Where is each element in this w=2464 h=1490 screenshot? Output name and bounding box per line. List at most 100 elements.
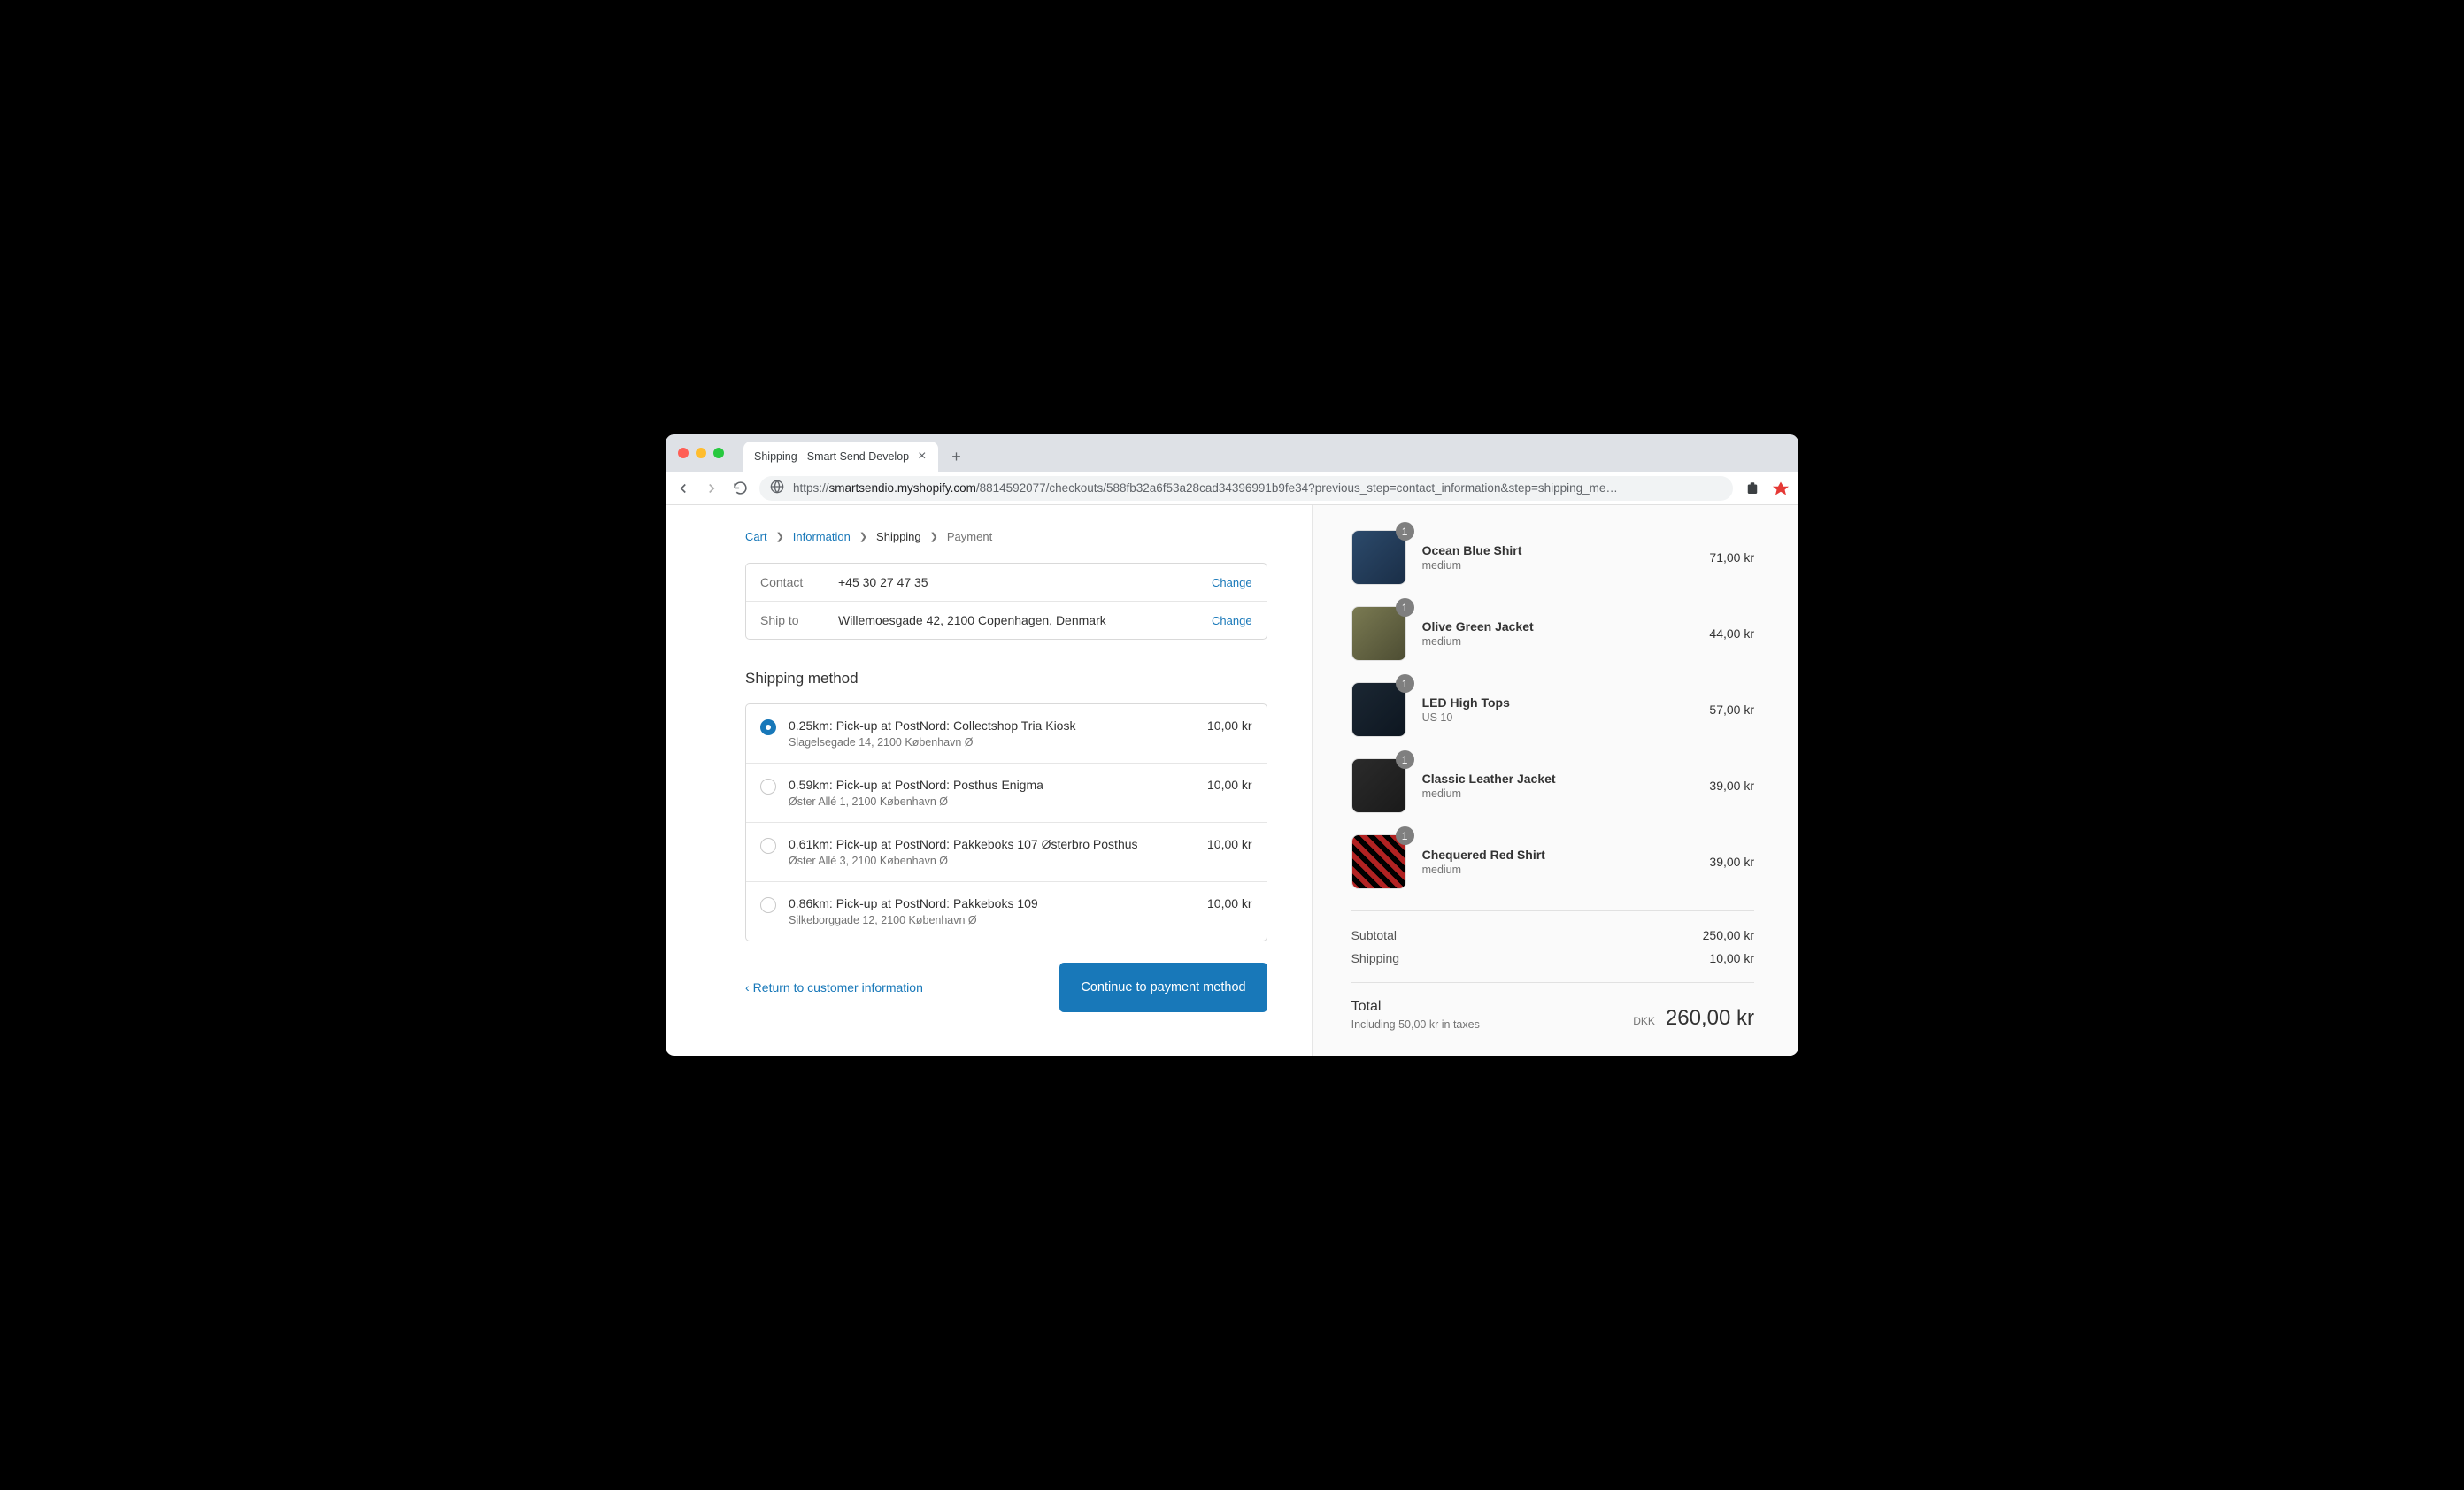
browser-window: Shipping - Smart Send Develop × + https:… [666,434,1798,1056]
subtotal-value: 250,00 kr [1703,928,1754,942]
breadcrumb-information[interactable]: Information [793,530,851,543]
option-price: 10,00 kr [1207,837,1252,851]
cart-item: 1 LED High Tops US 10 57,00 kr [1351,682,1754,737]
checkout-actions: ‹ Return to customer information Continu… [745,963,1267,1012]
breadcrumb: Cart ❯ Information ❯ Shipping ❯ Payment [745,530,1267,543]
option-address: Øster Allé 1, 2100 København Ø [789,795,1195,808]
shipto-value: Willemoesgade 42, 2100 Copenhagen, Denma… [838,613,1197,627]
chevron-right-icon: ❯ [776,531,784,542]
review-card: Contact +45 30 27 47 35 Change Ship to W… [745,563,1267,640]
window-controls [666,434,736,472]
subtotal-row: Subtotal 250,00 kr [1351,924,1754,947]
shipping-row: Shipping 10,00 kr [1351,947,1754,970]
option-address: Slagelsegade 14, 2100 København Ø [789,736,1195,749]
return-link[interactable]: ‹ Return to customer information [745,980,923,995]
close-tab-icon[interactable]: × [916,449,928,464]
address-bar: https://smartsendio.myshopify.com/881459… [666,472,1798,505]
product-variant: medium [1422,864,1694,876]
review-shipto-row: Ship to Willemoesgade 42, 2100 Copenhage… [746,601,1267,639]
tax-note: Including 50,00 kr in taxes [1351,1018,1480,1031]
review-contact-row: Contact +45 30 27 47 35 Change [746,564,1267,601]
option-address: Øster Allé 3, 2100 København Ø [789,855,1195,867]
quantity-badge: 1 [1396,674,1414,693]
product-thumbnail [1351,758,1406,813]
option-title: 0.25km: Pick-up at PostNord: Collectshop… [789,718,1195,733]
option-title: 0.86km: Pick-up at PostNord: Pakkeboks 1… [789,896,1195,910]
cart-item: 1 Olive Green Jacket medium 44,00 kr [1351,606,1754,661]
shipping-option[interactable]: 0.25km: Pick-up at PostNord: Collectshop… [746,704,1267,763]
product-variant: US 10 [1422,711,1694,724]
change-shipto-link[interactable]: Change [1212,614,1252,627]
option-price: 10,00 kr [1207,896,1252,910]
breadcrumb-payment: Payment [947,530,992,543]
shipping-option[interactable]: 0.86km: Pick-up at PostNord: Pakkeboks 1… [746,881,1267,941]
extension-icon-1[interactable] [1744,480,1761,497]
back-icon[interactable] [674,480,692,497]
chevron-right-icon: ❯ [930,531,938,542]
shipping-value: 10,00 kr [1709,951,1754,965]
product-price: 39,00 kr [1709,779,1754,793]
checkout-main: Cart ❯ Information ❯ Shipping ❯ Payment … [666,505,1312,1056]
total-label: Total [1351,999,1480,1015]
shipping-method-heading: Shipping method [745,670,1267,687]
subtotal-label: Subtotal [1351,928,1397,942]
breadcrumb-cart[interactable]: Cart [745,530,767,543]
tab-strip: Shipping - Smart Send Develop × + [666,434,1798,472]
radio-icon[interactable] [760,838,776,854]
shipping-options-list: 0.25km: Pick-up at PostNord: Collectshop… [745,703,1267,941]
shipping-option[interactable]: 0.61km: Pick-up at PostNord: Pakkeboks 1… [746,822,1267,881]
option-address: Silkeborggade 12, 2100 København Ø [789,914,1195,926]
quantity-badge: 1 [1396,826,1414,845]
option-price: 10,00 kr [1207,778,1252,792]
total-amount: 260,00 kr [1666,1006,1754,1031]
tab-title: Shipping - Smart Send Develop [754,450,909,463]
option-price: 10,00 kr [1207,718,1252,733]
product-name: LED High Tops [1422,695,1694,710]
product-thumbnail [1351,530,1406,585]
quantity-badge: 1 [1396,598,1414,617]
product-price: 44,00 kr [1709,626,1754,641]
maximize-window-icon[interactable] [713,448,724,458]
site-info-icon[interactable] [770,480,784,496]
order-summary: 1 Ocean Blue Shirt medium 71,00 kr 1 Oli… [1312,505,1798,1056]
product-variant: medium [1422,787,1694,800]
product-price: 71,00 kr [1709,550,1754,565]
product-name: Chequered Red Shirt [1422,848,1694,862]
contact-value: +45 30 27 47 35 [838,575,1197,589]
close-window-icon[interactable] [678,448,689,458]
cart-item: 1 Chequered Red Shirt medium 39,00 kr [1351,834,1754,889]
totals-block: Subtotal 250,00 kr Shipping 10,00 kr [1351,910,1754,983]
forward-icon [703,480,720,497]
extension-icon-2[interactable] [1772,480,1790,497]
product-price: 39,00 kr [1709,855,1754,869]
product-name: Classic Leather Jacket [1422,772,1694,786]
breadcrumb-shipping: Shipping [876,530,921,543]
continue-button[interactable]: Continue to payment method [1059,963,1267,1012]
option-title: 0.59km: Pick-up at PostNord: Posthus Eni… [789,778,1195,792]
shipping-label: Shipping [1351,951,1400,965]
url-field[interactable]: https://smartsendio.myshopify.com/881459… [759,476,1733,501]
product-variant: medium [1422,559,1694,572]
radio-icon[interactable] [760,779,776,795]
cart-item: 1 Ocean Blue Shirt medium 71,00 kr [1351,530,1754,585]
chevron-left-icon: ‹ [745,980,750,995]
currency-code: DKK [1633,1015,1655,1027]
grand-total-row: Total Including 50,00 kr in taxes DKK 26… [1351,983,1754,1031]
shipto-label: Ship to [760,613,824,627]
radio-icon[interactable] [760,719,776,735]
product-thumbnail [1351,606,1406,661]
contact-label: Contact [760,575,824,589]
chevron-right-icon: ❯ [859,531,867,542]
browser-tab[interactable]: Shipping - Smart Send Develop × [743,442,938,472]
option-title: 0.61km: Pick-up at PostNord: Pakkeboks 1… [789,837,1195,851]
minimize-window-icon[interactable] [696,448,706,458]
new-tab-button[interactable]: + [943,444,968,469]
page-content: Cart ❯ Information ❯ Shipping ❯ Payment … [666,505,1798,1056]
quantity-badge: 1 [1396,522,1414,541]
radio-icon[interactable] [760,897,776,913]
reload-icon[interactable] [731,480,749,497]
change-contact-link[interactable]: Change [1212,576,1252,589]
shipping-option[interactable]: 0.59km: Pick-up at PostNord: Posthus Eni… [746,763,1267,822]
product-thumbnail [1351,682,1406,737]
url-text: https://smartsendio.myshopify.com/881459… [793,481,1618,495]
